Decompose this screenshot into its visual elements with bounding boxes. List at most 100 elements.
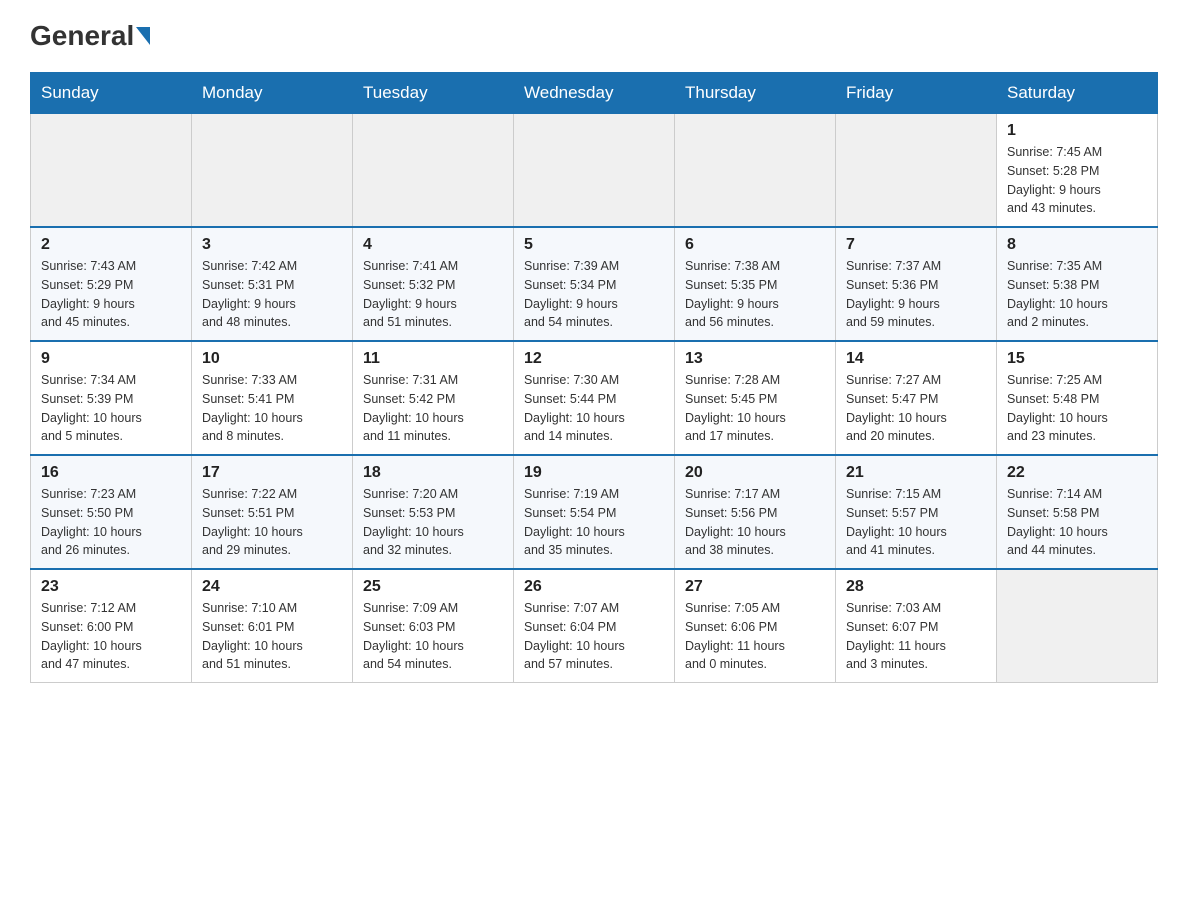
- day-info: Sunrise: 7:25 AM Sunset: 5:48 PM Dayligh…: [1007, 371, 1147, 446]
- day-info: Sunrise: 7:45 AM Sunset: 5:28 PM Dayligh…: [1007, 143, 1147, 218]
- calendar-cell: [997, 569, 1158, 683]
- day-info: Sunrise: 7:35 AM Sunset: 5:38 PM Dayligh…: [1007, 257, 1147, 332]
- day-number: 26: [524, 578, 664, 596]
- day-number: 17: [202, 464, 342, 482]
- calendar-cell: [836, 114, 997, 228]
- day-info: Sunrise: 7:33 AM Sunset: 5:41 PM Dayligh…: [202, 371, 342, 446]
- calendar-week-row: 23 Sunrise: 7:12 AM Sunset: 6:00 PM Dayli…: [31, 569, 1158, 683]
- calendar-week-row: 2 Sunrise: 7:43 AM Sunset: 5:29 PM Daylig…: [31, 227, 1158, 341]
- calendar-cell: 26 Sunrise: 7:07 AM Sunset: 6:04 PM Dayli…: [514, 569, 675, 683]
- day-info: Sunrise: 7:28 AM Sunset: 5:45 PM Dayligh…: [685, 371, 825, 446]
- day-info: Sunrise: 7:41 AM Sunset: 5:32 PM Dayligh…: [363, 257, 503, 332]
- calendar-cell: 21 Sunrise: 7:15 AM Sunset: 5:57 PM Dayli…: [836, 455, 997, 569]
- day-info: Sunrise: 7:17 AM Sunset: 5:56 PM Dayligh…: [685, 485, 825, 560]
- calendar-cell: 5 Sunrise: 7:39 AM Sunset: 5:34 PM Daylig…: [514, 227, 675, 341]
- calendar-cell: 1 Sunrise: 7:45 AM Sunset: 5:28 PM Daylig…: [997, 114, 1158, 228]
- day-number: 1: [1007, 122, 1147, 140]
- day-of-week-header: Saturday: [997, 73, 1158, 114]
- calendar-cell: 11 Sunrise: 7:31 AM Sunset: 5:42 PM Dayli…: [353, 341, 514, 455]
- calendar-week-row: 1 Sunrise: 7:45 AM Sunset: 5:28 PM Daylig…: [31, 114, 1158, 228]
- day-number: 15: [1007, 350, 1147, 368]
- day-of-week-header: Friday: [836, 73, 997, 114]
- day-number: 12: [524, 350, 664, 368]
- calendar-cell: [675, 114, 836, 228]
- day-number: 8: [1007, 236, 1147, 254]
- day-info: Sunrise: 7:05 AM Sunset: 6:06 PM Dayligh…: [685, 599, 825, 674]
- day-info: Sunrise: 7:20 AM Sunset: 5:53 PM Dayligh…: [363, 485, 503, 560]
- calendar-cell: [192, 114, 353, 228]
- day-info: Sunrise: 7:03 AM Sunset: 6:07 PM Dayligh…: [846, 599, 986, 674]
- day-info: Sunrise: 7:34 AM Sunset: 5:39 PM Dayligh…: [41, 371, 181, 446]
- calendar-cell: 28 Sunrise: 7:03 AM Sunset: 6:07 PM Dayli…: [836, 569, 997, 683]
- day-number: 3: [202, 236, 342, 254]
- calendar-cell: 19Sunrise: 7:19 AM Sunset: 5:54 PM Dayli…: [514, 455, 675, 569]
- calendar-cell: [514, 114, 675, 228]
- calendar-header-row: SundayMondayTuesdayWednesdayThursdayFrid…: [31, 73, 1158, 114]
- calendar-cell: 25 Sunrise: 7:09 AM Sunset: 6:03 PM Dayli…: [353, 569, 514, 683]
- calendar-cell: 20 Sunrise: 7:17 AM Sunset: 5:56 PM Dayli…: [675, 455, 836, 569]
- day-number: 10: [202, 350, 342, 368]
- day-number: 22: [1007, 464, 1147, 482]
- day-number: 6: [685, 236, 825, 254]
- day-info: Sunrise: 7:22 AM Sunset: 5:51 PM Dayligh…: [202, 485, 342, 560]
- calendar-week-row: 9 Sunrise: 7:34 AM Sunset: 5:39 PM Daylig…: [31, 341, 1158, 455]
- day-info: Sunrise: 7:27 AM Sunset: 5:47 PM Dayligh…: [846, 371, 986, 446]
- calendar-cell: 15 Sunrise: 7:25 AM Sunset: 5:48 PM Dayli…: [997, 341, 1158, 455]
- calendar-cell: 8 Sunrise: 7:35 AM Sunset: 5:38 PM Daylig…: [997, 227, 1158, 341]
- calendar-cell: [353, 114, 514, 228]
- day-info: Sunrise: 7:15 AM Sunset: 5:57 PM Dayligh…: [846, 485, 986, 560]
- day-number: 2: [41, 236, 181, 254]
- calendar-cell: 12 Sunrise: 7:30 AM Sunset: 5:44 PM Dayli…: [514, 341, 675, 455]
- day-info: Sunrise: 7:42 AM Sunset: 5:31 PM Dayligh…: [202, 257, 342, 332]
- day-of-week-header: Tuesday: [353, 73, 514, 114]
- calendar-cell: 17 Sunrise: 7:22 AM Sunset: 5:51 PM Dayli…: [192, 455, 353, 569]
- day-number: 25: [363, 578, 503, 596]
- day-info: Sunrise: 7:38 AM Sunset: 5:35 PM Dayligh…: [685, 257, 825, 332]
- calendar-cell: 3 Sunrise: 7:42 AM Sunset: 5:31 PM Daylig…: [192, 227, 353, 341]
- day-info: Sunrise: 7:14 AM Sunset: 5:58 PM Dayligh…: [1007, 485, 1147, 560]
- logo-arrow-icon: [136, 27, 150, 45]
- day-number: 20: [685, 464, 825, 482]
- page-header: General: [30, 20, 1158, 52]
- day-number: 5: [524, 236, 664, 254]
- day-of-week-header: Thursday: [675, 73, 836, 114]
- day-number: 28: [846, 578, 986, 596]
- calendar-cell: 4 Sunrise: 7:41 AM Sunset: 5:32 PM Daylig…: [353, 227, 514, 341]
- calendar-week-row: 16 Sunrise: 7:23 AM Sunset: 5:50 PM Dayli…: [31, 455, 1158, 569]
- calendar-cell: 18 Sunrise: 7:20 AM Sunset: 5:53 PM Dayli…: [353, 455, 514, 569]
- day-info: Sunrise: 7:30 AM Sunset: 5:44 PM Dayligh…: [524, 371, 664, 446]
- day-number: 18: [363, 464, 503, 482]
- calendar-cell: 6 Sunrise: 7:38 AM Sunset: 5:35 PM Daylig…: [675, 227, 836, 341]
- day-number: 9: [41, 350, 181, 368]
- day-number: 11: [363, 350, 503, 368]
- day-of-week-header: Wednesday: [514, 73, 675, 114]
- day-number: 24: [202, 578, 342, 596]
- day-info: Sunrise: 7:39 AM Sunset: 5:34 PM Dayligh…: [524, 257, 664, 332]
- day-info: Sunrise: 7:31 AM Sunset: 5:42 PM Dayligh…: [363, 371, 503, 446]
- logo-general-text: General: [30, 20, 134, 52]
- day-number: 21: [846, 464, 986, 482]
- day-info: Sunrise: 7:10 AM Sunset: 6:01 PM Dayligh…: [202, 599, 342, 674]
- calendar-table: SundayMondayTuesdayWednesdayThursdayFrid…: [30, 72, 1158, 683]
- day-info: Sunrise: 7:43 AM Sunset: 5:29 PM Dayligh…: [41, 257, 181, 332]
- day-info: Sunrise: 7:23 AM Sunset: 5:50 PM Dayligh…: [41, 485, 181, 560]
- day-number: 23: [41, 578, 181, 596]
- calendar-cell: 22 Sunrise: 7:14 AM Sunset: 5:58 PM Dayli…: [997, 455, 1158, 569]
- calendar-cell: 9 Sunrise: 7:34 AM Sunset: 5:39 PM Daylig…: [31, 341, 192, 455]
- calendar-cell: [31, 114, 192, 228]
- calendar-cell: 2 Sunrise: 7:43 AM Sunset: 5:29 PM Daylig…: [31, 227, 192, 341]
- calendar-cell: 23 Sunrise: 7:12 AM Sunset: 6:00 PM Dayli…: [31, 569, 192, 683]
- day-number: 13: [685, 350, 825, 368]
- day-info: Sunrise: 7:07 AM Sunset: 6:04 PM Dayligh…: [524, 599, 664, 674]
- day-number: 27: [685, 578, 825, 596]
- calendar-cell: 10 Sunrise: 7:33 AM Sunset: 5:41 PM Dayli…: [192, 341, 353, 455]
- calendar-cell: 27 Sunrise: 7:05 AM Sunset: 6:06 PM Dayli…: [675, 569, 836, 683]
- day-number: 19: [524, 464, 664, 482]
- day-number: 7: [846, 236, 986, 254]
- day-number: 16: [41, 464, 181, 482]
- day-info: Sunrise: 7:09 AM Sunset: 6:03 PM Dayligh…: [363, 599, 503, 674]
- day-of-week-header: Sunday: [31, 73, 192, 114]
- day-number: 4: [363, 236, 503, 254]
- day-info: Sunrise: 7:12 AM Sunset: 6:00 PM Dayligh…: [41, 599, 181, 674]
- calendar-cell: 24 Sunrise: 7:10 AM Sunset: 6:01 PM Dayli…: [192, 569, 353, 683]
